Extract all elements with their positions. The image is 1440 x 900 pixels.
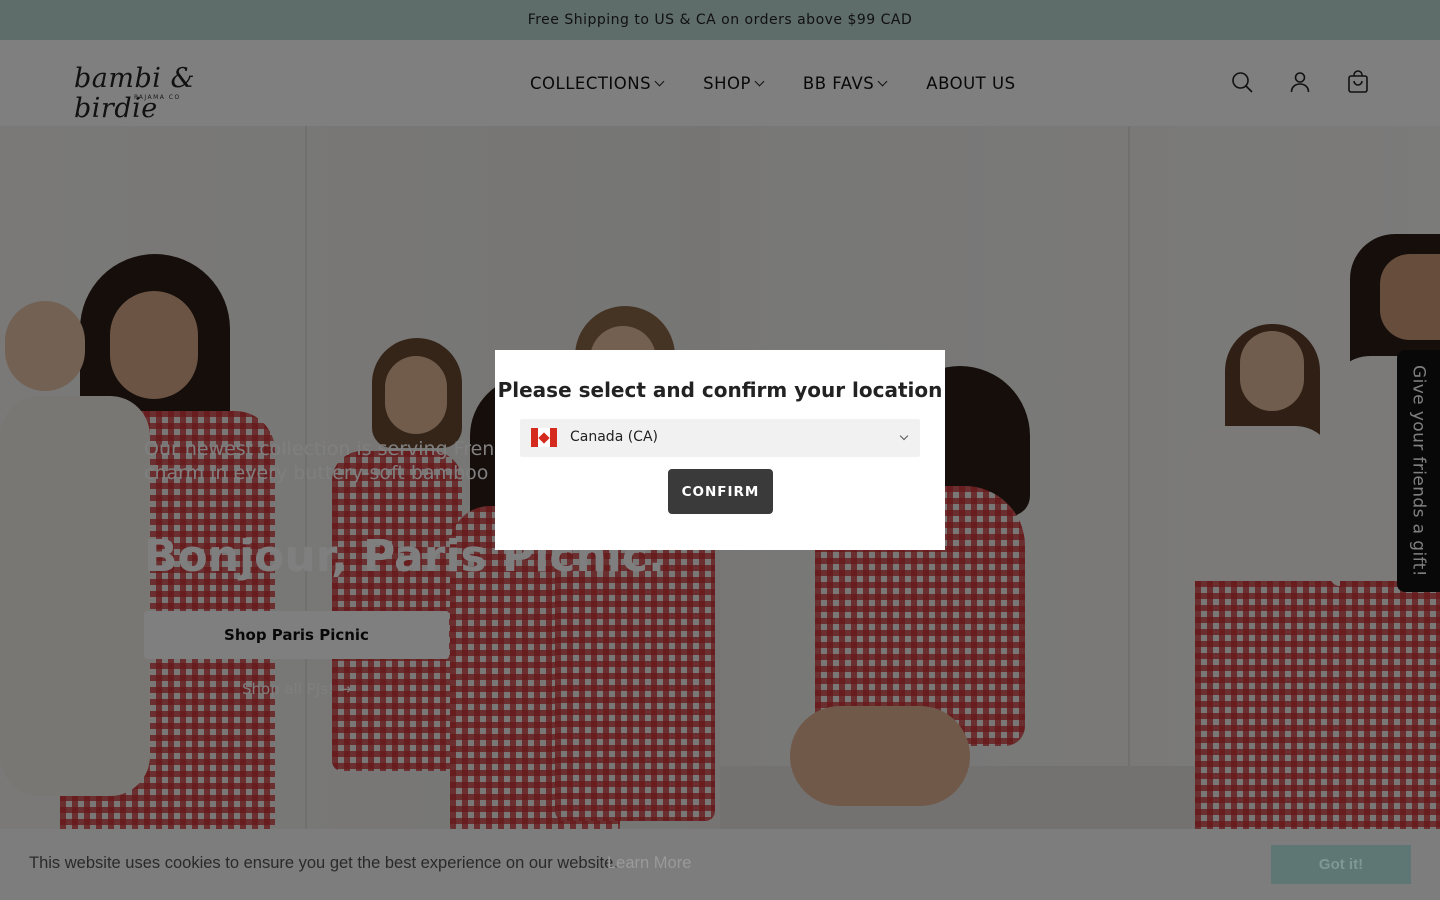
canada-flag-icon bbox=[531, 428, 557, 447]
modal-title: Please select and confirm your location bbox=[497, 378, 943, 402]
cookie-accept-button[interactable]: Got it! bbox=[1271, 845, 1411, 884]
confirm-button[interactable]: CONFIRM bbox=[668, 469, 773, 514]
cookie-banner: This website uses cookies to ensure you … bbox=[0, 829, 1440, 900]
location-modal: Please select and confirm your location … bbox=[495, 350, 945, 550]
chevron-down-icon bbox=[899, 431, 909, 441]
learn-more-link[interactable]: Learn More bbox=[607, 854, 691, 873]
selected-location: Canada (CA) bbox=[570, 429, 658, 445]
cookie-message: This website uses cookies to ensure you … bbox=[29, 854, 618, 872]
location-select[interactable]: Canada (CA) bbox=[520, 419, 920, 457]
